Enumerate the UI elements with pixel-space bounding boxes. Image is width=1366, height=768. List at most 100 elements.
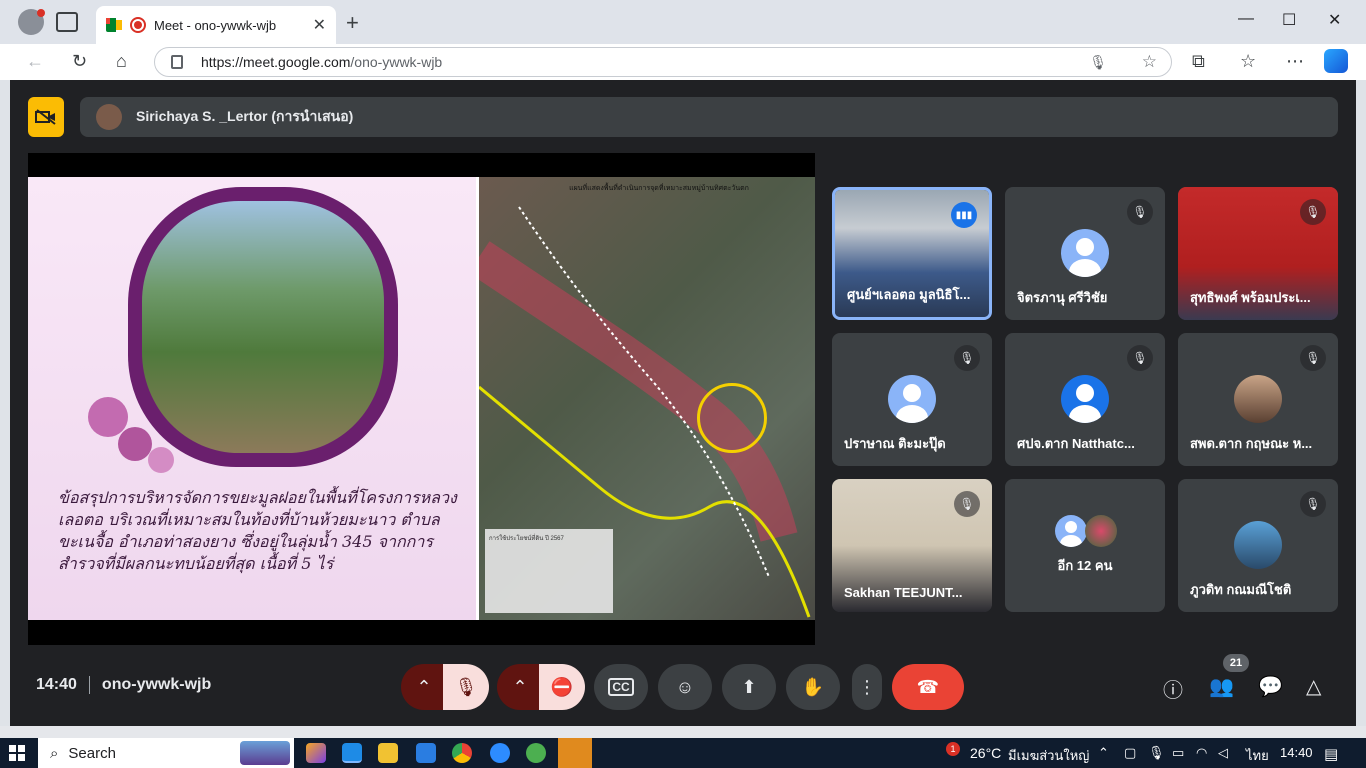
map-highlight-circle <box>697 383 767 453</box>
raise-hand-button[interactable]: ✋ <box>786 664 840 710</box>
favorites-icon[interactable]: ☆ <box>1240 51 1256 72</box>
copilot-app-icon[interactable] <box>306 743 326 763</box>
address-bar[interactable]: https://meet.google.com/ono-ywwk-wjb 🎙 ☆ <box>154 47 1172 77</box>
emoji-button[interactable]: ☺ <box>658 664 712 710</box>
taskbar-clock[interactable]: 14:40 <box>1280 745 1313 760</box>
participant-tile[interactable]: 🎙 ศปจ.ตาก Natthatc... <box>1005 333 1165 466</box>
camera-off-icon: ⛔ <box>550 676 574 697</box>
microphone-icon[interactable]: 🎙 <box>1089 54 1107 71</box>
taskbar-search[interactable]: ⌕ Search <box>38 738 294 768</box>
file-explorer-icon[interactable] <box>378 743 398 763</box>
info-icon[interactable]: ⓘ <box>1163 674 1183 703</box>
participant-name: ภูวดิท กณมณีโชติ <box>1190 582 1292 597</box>
tray-app-icon[interactable]: ▢ <box>1124 745 1136 761</box>
meeting-info: 14:40 ono-ywwk-wjb <box>36 676 211 694</box>
video-options-button[interactable]: ⌃ <box>497 664 543 710</box>
new-tab-button[interactable]: + <box>346 10 359 36</box>
people-icon[interactable]: 👥 <box>1209 674 1234 699</box>
chat-icon[interactable]: 💬 <box>1258 674 1283 699</box>
camera-slash-icon <box>35 109 56 125</box>
zoom-app-icon[interactable] <box>490 743 510 763</box>
weather-location[interactable]: มีเมฆส่วนใหญ่ <box>1008 745 1089 766</box>
url-path: /ono-ywwk-wjb <box>350 54 443 70</box>
present-button[interactable]: ⬆ <box>722 664 776 710</box>
meet-window: Sirichaya S. _Lertor (การนำเสนอ) ข้อสรุป… <box>10 80 1356 726</box>
close-window-button[interactable]: ✕ <box>1328 10 1341 30</box>
battery-icon[interactable]: ▭ <box>1172 745 1184 761</box>
weather-temp[interactable]: 26°C <box>970 745 1001 761</box>
phone-hangup-icon: ☎ <box>916 676 940 697</box>
presentation-area: ข้อสรุปการบริหารจัดการขยะมูลฝอยในพื้นที่… <box>28 153 815 645</box>
people-count-badge: 21 <box>1223 654 1249 672</box>
tab-actions-icon[interactable] <box>56 12 78 32</box>
profile-notification-dot <box>37 9 45 17</box>
audio-options-button[interactable]: ⌃ <box>401 664 447 710</box>
participant-tile-others[interactable]: อีก 12 คน <box>1005 479 1165 612</box>
tab-meet[interactable]: Meet - ono-ywwk-wjb ✕ <box>96 6 336 44</box>
captions-icon: CC <box>608 678 634 696</box>
extensions-icon[interactable]: ⧉ <box>1192 51 1205 72</box>
page-bottom-strip <box>0 726 1366 738</box>
back-icon[interactable]: ← <box>26 51 44 72</box>
edge-app-icon[interactable] <box>342 743 362 763</box>
participant-name: ศูนย์ฯเลอตอ มูลนิธิโ... <box>847 287 971 302</box>
others-count: อีก 12 คน <box>1057 558 1113 573</box>
recording-icon <box>130 17 146 33</box>
profile-avatar[interactable] <box>18 9 45 35</box>
activities-icon[interactable]: △ <box>1306 674 1321 699</box>
presenter-avatar <box>96 104 122 130</box>
copilot-icon[interactable] <box>1324 49 1348 73</box>
avatar <box>1234 521 1282 569</box>
star-icon[interactable]: ☆ <box>1142 52 1157 72</box>
tray-chevron-icon[interactable]: ⌃ <box>1098 745 1109 761</box>
home-icon[interactable]: ⌂ <box>116 51 127 72</box>
tray-microphone-icon[interactable]: 🎙 <box>1148 745 1165 761</box>
avatar <box>1085 515 1117 547</box>
meeting-code: ono-ywwk-wjb <box>101 676 212 693</box>
more-options-button[interactable]: ⋮ <box>852 664 882 710</box>
minimize-button[interactable]: — <box>1238 10 1254 28</box>
volume-icon[interactable]: ◁ <box>1218 745 1228 761</box>
map-legend: การใช้ประโยชน์ที่ดิน ปี 2567 <box>485 529 613 613</box>
mic-off-icon: 🎙 <box>1127 199 1153 225</box>
captions-button[interactable]: CC <box>594 664 648 710</box>
leave-call-button[interactable]: ☎ <box>892 664 964 710</box>
url-host: https://meet.google.com <box>201 54 351 70</box>
participant-tile[interactable]: 🎙 สพด.ตาก กฤษณะ ห... <box>1178 333 1338 466</box>
mic-off-icon: 🎙 <box>954 345 980 371</box>
avatar <box>1234 375 1282 423</box>
language-indicator[interactable]: ไทย <box>1246 745 1269 766</box>
participant-name: จิตรภานุ ศรีวิชัย <box>1017 290 1108 305</box>
participant-tile[interactable]: 🎙 จิตรภานุ ศรีวิชัย <box>1005 187 1165 320</box>
mail-app-icon[interactable] <box>416 743 436 763</box>
no-recording-indicator-icon[interactable] <box>28 97 64 137</box>
mic-off-icon: 🎙 <box>1127 345 1153 371</box>
refresh-icon[interactable]: ↻ <box>72 51 87 72</box>
qgis-app-icon[interactable] <box>526 743 546 763</box>
lock-icon <box>171 55 183 69</box>
wifi-icon[interactable]: ◠ <box>1196 745 1207 761</box>
photo-frame <box>128 187 398 467</box>
screen: Meet - ono-ywwk-wjb ✕ + — ☐ ✕ ← ↻ ⌂ http… <box>0 0 1366 768</box>
participant-tile[interactable]: 🎙 Sakhan TEEJUNT... <box>832 479 992 612</box>
camera-toggle-button[interactable]: ⛔ <box>539 664 585 710</box>
field-photo <box>142 201 384 453</box>
tab-close-icon[interactable]: ✕ <box>313 15 326 35</box>
mic-toggle-button[interactable]: 🎙 <box>443 664 489 710</box>
windows-taskbar: ⌕ Search 1 26°C มีเมฆส่วนใหญ่ ⌃ ▢ 🎙 ▭ ◠ … <box>0 738 1366 768</box>
notification-icon[interactable]: ▤ <box>1324 745 1338 763</box>
line-app-icon[interactable] <box>558 738 592 768</box>
participant-tile[interactable]: 🎙 สุทธิพงศ์ พร้อมประเ... <box>1178 187 1338 320</box>
tab-title: Meet - ono-ywwk-wjb <box>154 17 277 33</box>
more-options-icon[interactable]: ⋯ <box>1286 51 1304 72</box>
windows-start-icon[interactable] <box>9 745 25 761</box>
map-legend-title: การใช้ประโยชน์ที่ดิน ปี 2567 <box>489 536 564 542</box>
participant-tile[interactable]: 🎙 ปราษาณ ติะมะปุ๊ด <box>832 333 992 466</box>
chrome-app-icon[interactable] <box>452 743 472 763</box>
maximize-button[interactable]: ☐ <box>1282 10 1296 30</box>
meeting-time: 14:40 <box>36 676 77 693</box>
participant-tile[interactable]: 🎙 ภูวดิท กณมณีโชติ <box>1178 479 1338 612</box>
mic-off-icon: 🎙 <box>1300 345 1326 371</box>
flower-decoration <box>148 447 174 473</box>
participant-tile[interactable]: ▮▮▮ ศูนย์ฯเลอตอ มูลนิธิโ... <box>832 187 992 320</box>
